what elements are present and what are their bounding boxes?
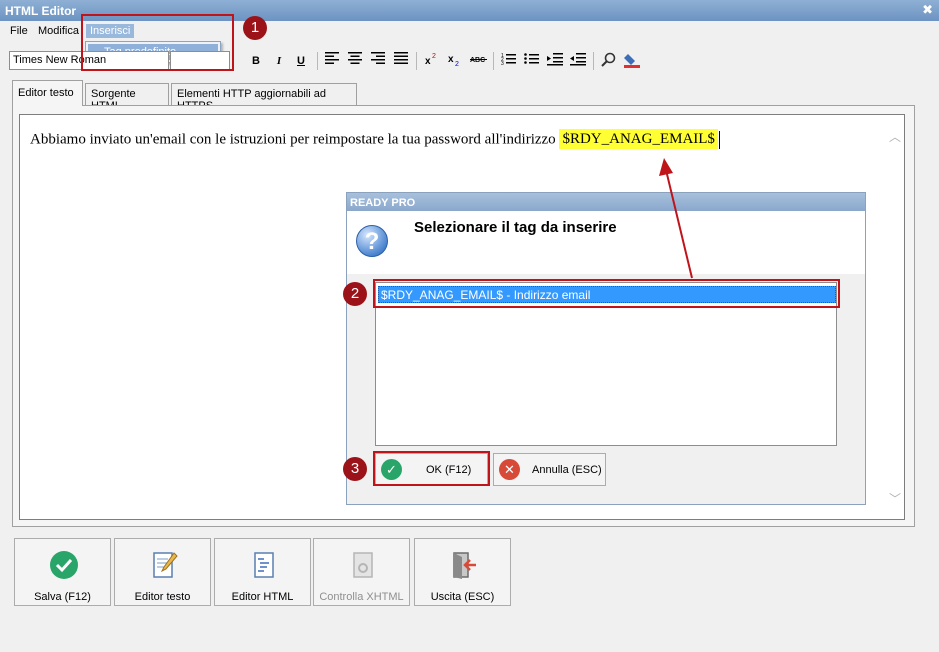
edit-document-icon [153, 552, 178, 578]
save-button[interactable]: Salva (F12) [14, 538, 111, 606]
editor-html-button-label: Editor HTML [231, 591, 294, 603]
html-document-icon [254, 552, 274, 578]
exit-door-icon [453, 552, 476, 579]
editor-testo-button-label: Editor testo [134, 591, 191, 603]
editor-html-button[interactable]: Editor HTML [214, 538, 311, 606]
controlla-xhtml-button[interactable]: Controlla XHTML [313, 538, 410, 606]
controlla-xhtml-button-label: Controlla XHTML [319, 591, 404, 603]
exit-button-label: Uscita (ESC) [430, 591, 495, 603]
editor-testo-button[interactable]: Editor testo [114, 538, 211, 606]
tab-editor-testo[interactable]: Editor testo [12, 80, 83, 106]
validate-document-icon [353, 552, 373, 578]
save-button-label: Salva (F12) [34, 591, 91, 603]
exit-button[interactable]: Uscita (ESC) [414, 538, 511, 606]
save-check-icon [50, 551, 78, 579]
